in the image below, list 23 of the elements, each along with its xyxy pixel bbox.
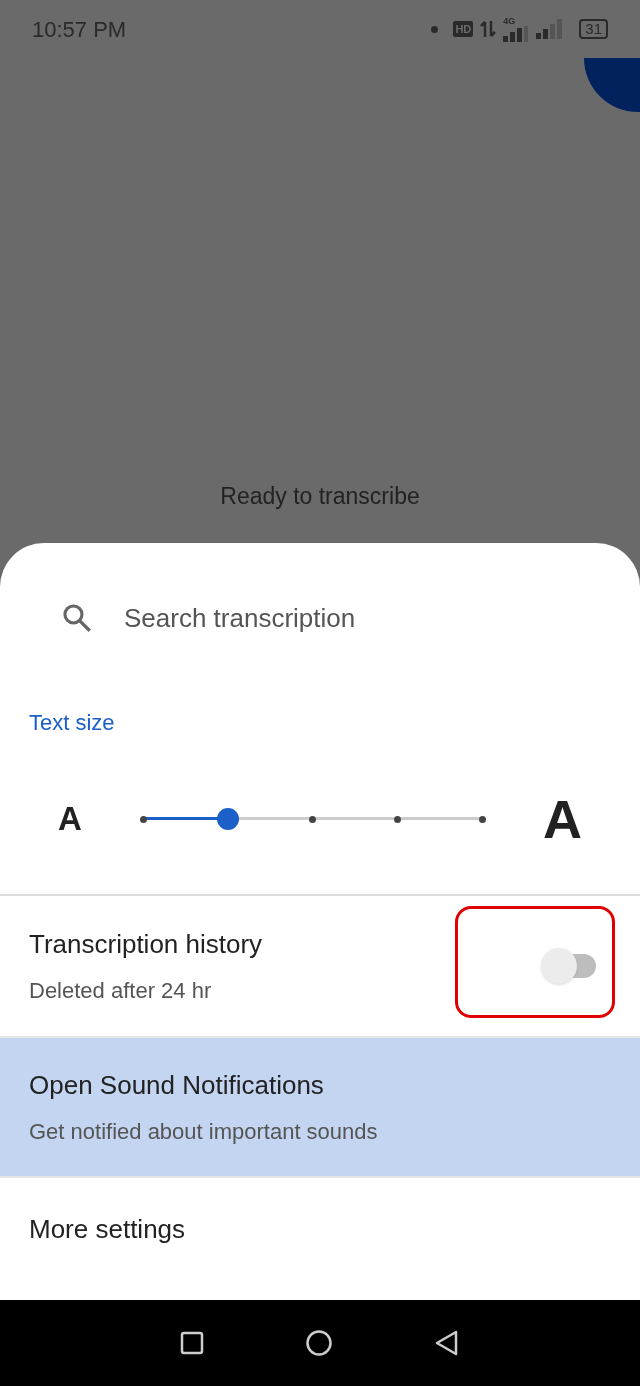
- text-size-slider[interactable]: [140, 806, 485, 832]
- setting-title: More settings: [29, 1212, 187, 1246]
- battery-icon: 31: [579, 19, 608, 39]
- large-text-glyph: A: [542, 787, 583, 851]
- status-message: Ready to transcribe: [220, 481, 420, 511]
- setting-subtitle: Get notified about important sounds: [29, 1118, 379, 1146]
- home-icon[interactable]: [305, 1329, 333, 1357]
- search-field[interactable]: Search transcription: [124, 598, 580, 638]
- setting-title: Open Sound Notifications: [29, 1069, 325, 1102]
- menu-item[interactable]: Open Sound Notifications Get notified about important sounds: [0, 1036, 640, 1176]
- setting-title: Transcription history: [29, 928, 264, 961]
- setting-subtitle: Deleted after 24 hr: [29, 977, 213, 1005]
- status-time: 10:57 PM: [32, 15, 127, 44]
- recents-icon[interactable]: [180, 1331, 205, 1355]
- network-type: 4G: [503, 16, 516, 26]
- signal-icon: [503, 25, 530, 42]
- small-text-glyph: A: [57, 799, 83, 840]
- search-icon: [60, 601, 94, 635]
- back-icon[interactable]: [433, 1329, 460, 1357]
- data-arrows-icon: [480, 19, 497, 39]
- hd-badge: HD: [453, 20, 474, 38]
- section-label: Text size: [29, 709, 115, 737]
- signal-icon: [536, 19, 565, 39]
